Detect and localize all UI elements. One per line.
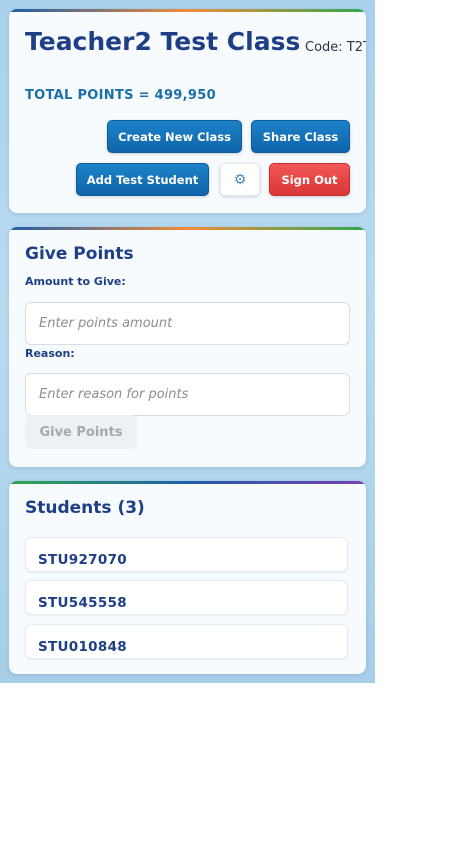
app-background: Teacher2 Test Class Code: T2T TOTAL POIN… bbox=[0, 0, 375, 683]
gear-icon: ⚙ bbox=[233, 171, 247, 188]
class-header-card: Teacher2 Test Class Code: T2T TOTAL POIN… bbox=[9, 9, 366, 213]
card-accent-bar bbox=[9, 227, 366, 230]
amount-label: Amount to Give: bbox=[25, 275, 126, 288]
student-id: STU927070 bbox=[38, 552, 127, 568]
student-id: STU010848 bbox=[38, 639, 127, 655]
card-accent-bar bbox=[9, 481, 366, 484]
create-new-class-button[interactable]: Create New Class bbox=[107, 120, 242, 153]
total-points: TOTAL POINTS = 499,950 bbox=[25, 88, 216, 103]
class-code: Code: T2T bbox=[305, 40, 366, 55]
page-title: Teacher2 Test Class bbox=[25, 27, 301, 56]
students-title: Students (3) bbox=[25, 498, 145, 518]
student-list-item[interactable]: STU927070 bbox=[25, 537, 348, 572]
reason-label: Reason: bbox=[25, 347, 75, 360]
give-points-title: Give Points bbox=[25, 244, 134, 264]
card-accent-bar bbox=[9, 9, 366, 12]
student-list-item[interactable]: STU545558 bbox=[25, 580, 348, 615]
share-class-button[interactable]: Share Class bbox=[251, 120, 350, 153]
give-points-button[interactable]: Give Points bbox=[25, 415, 137, 449]
settings-button[interactable]: ⚙ bbox=[220, 163, 260, 196]
points-reason-input[interactable] bbox=[25, 373, 350, 416]
student-list-item[interactable]: STU010848 bbox=[25, 624, 348, 659]
students-card: Students (3) STU927070 STU545558 STU0108… bbox=[9, 481, 366, 674]
sign-out-button[interactable]: Sign Out bbox=[269, 163, 350, 196]
add-test-student-button[interactable]: Add Test Student bbox=[76, 163, 209, 196]
student-id: STU545558 bbox=[38, 595, 127, 611]
give-points-card: Give Points Amount to Give: Reason: Give… bbox=[9, 227, 366, 467]
points-amount-input[interactable] bbox=[25, 302, 350, 345]
